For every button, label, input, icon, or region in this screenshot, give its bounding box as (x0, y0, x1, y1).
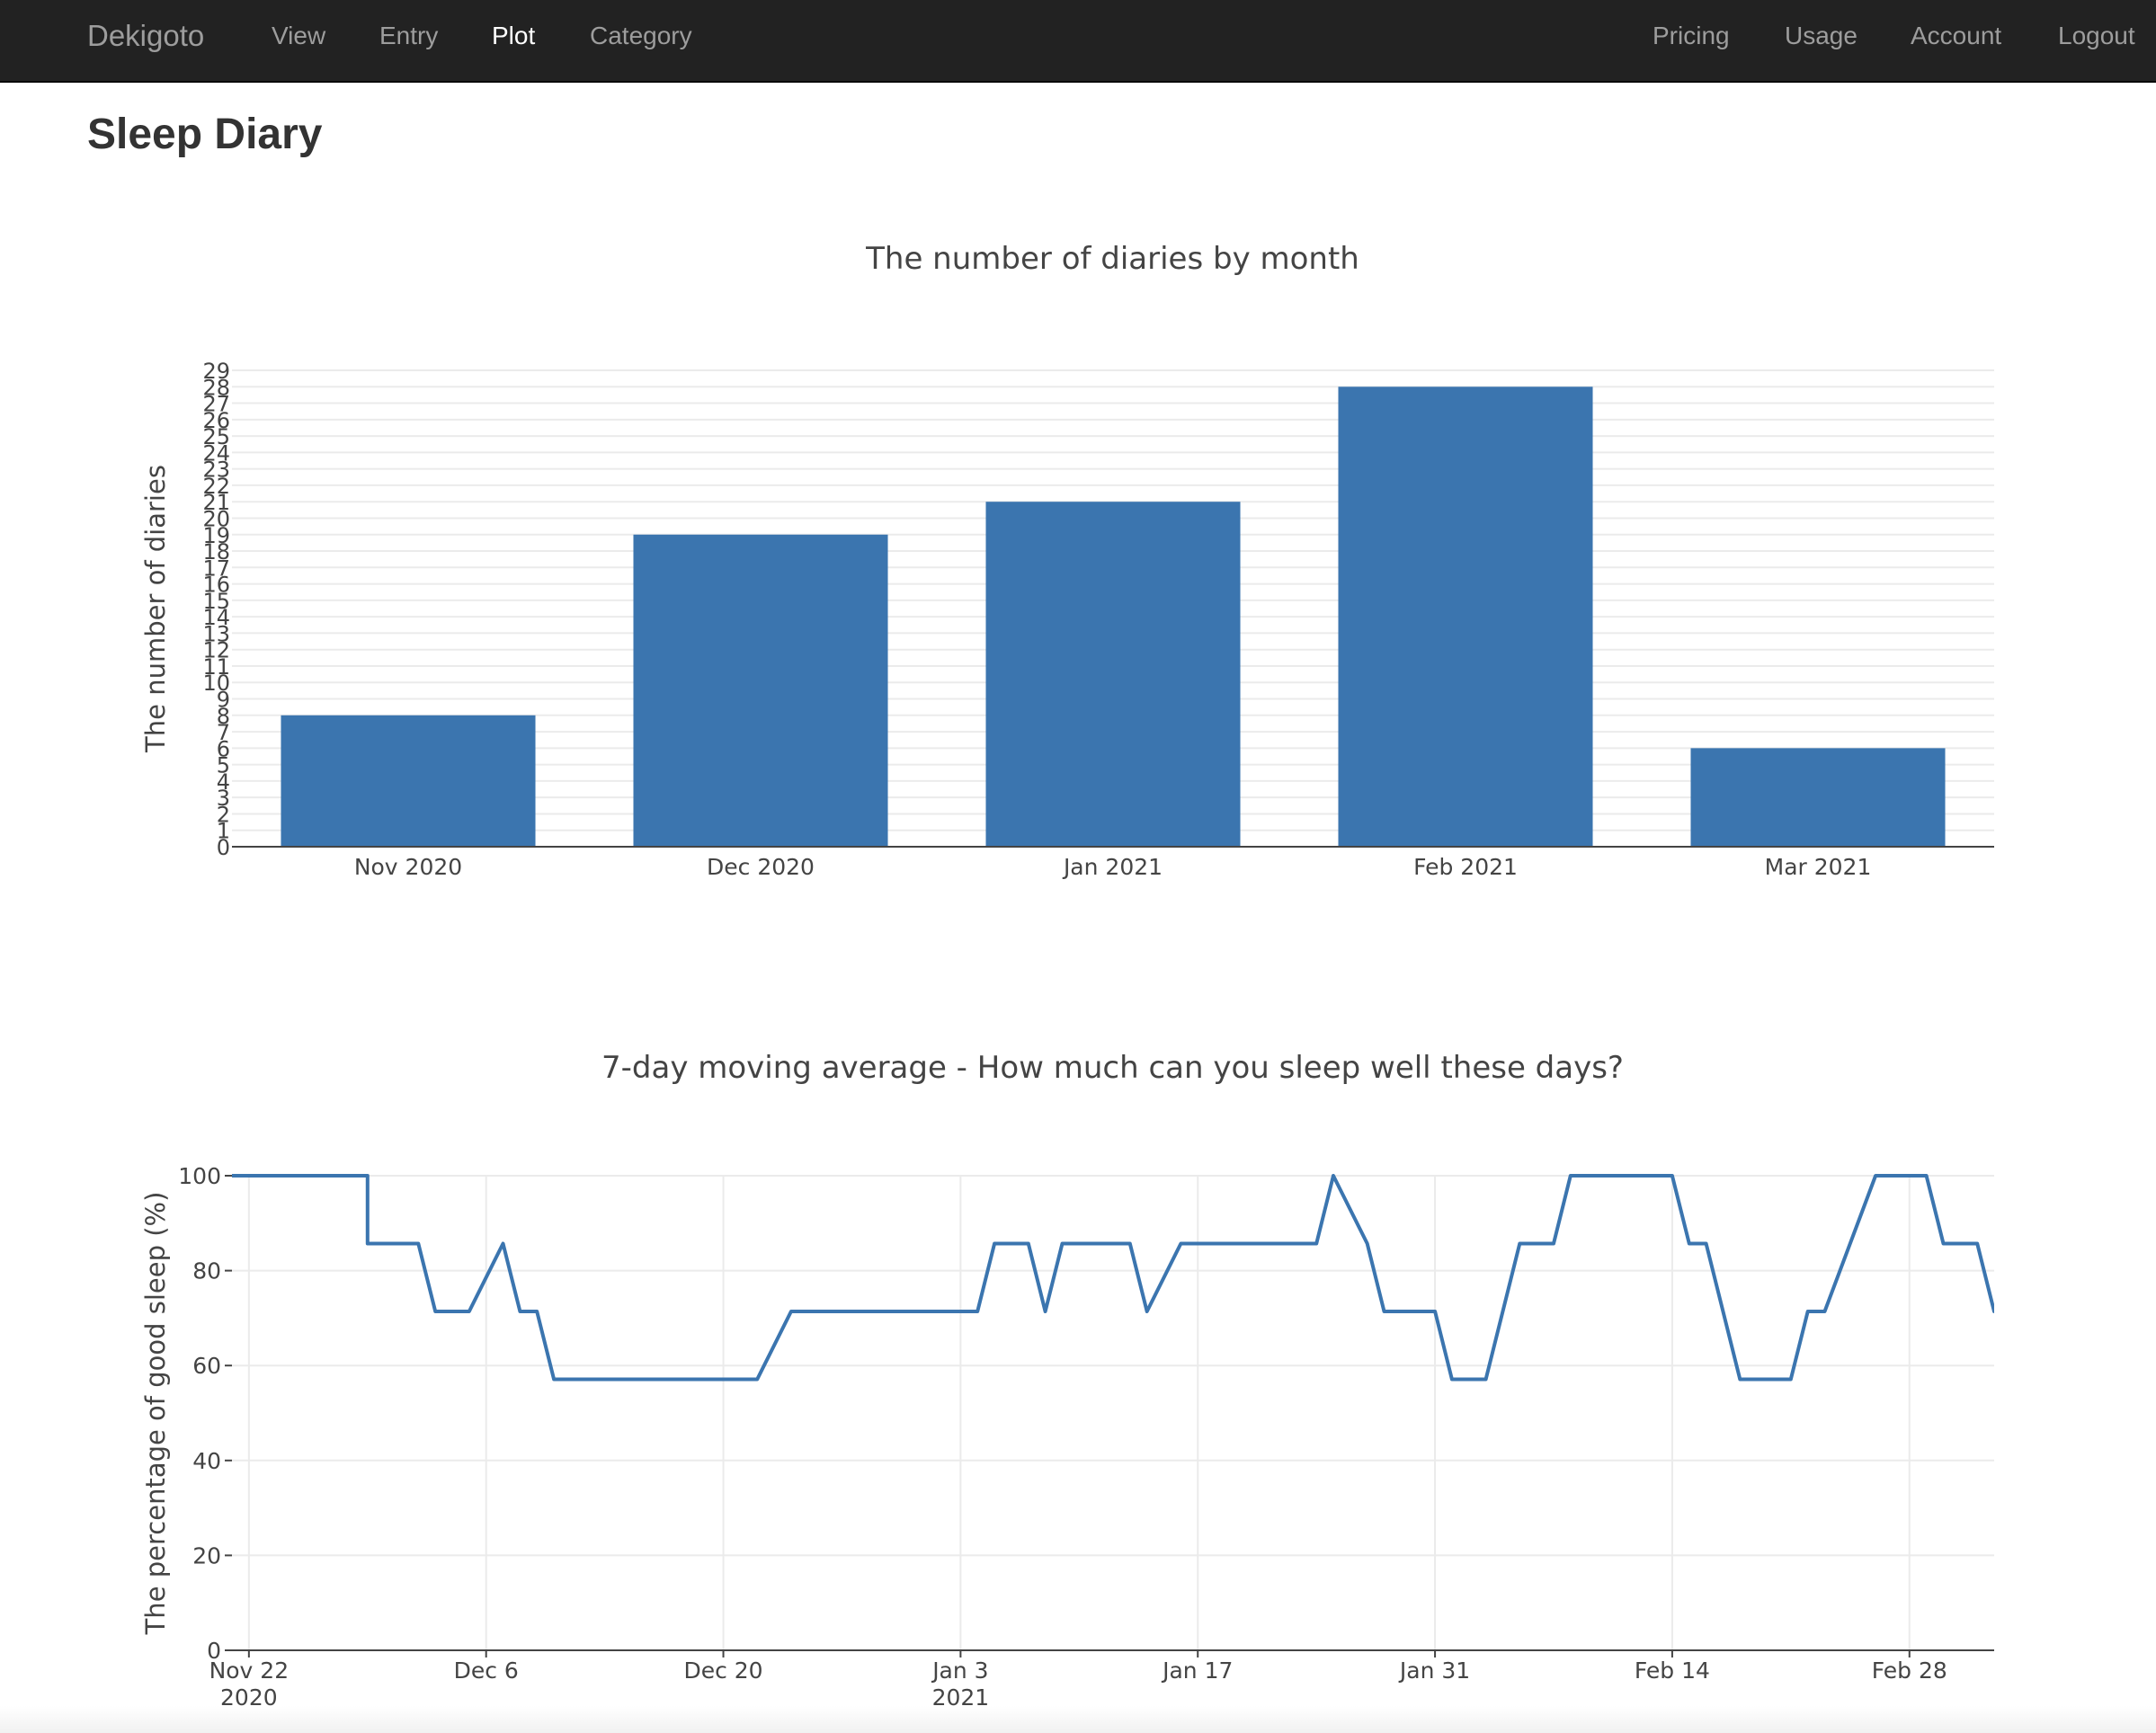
bar-x-tick-label: Dec 2020 (707, 854, 815, 880)
line-x-tick-label: Dec 6 (454, 1657, 519, 1684)
line-x-tick-label: Dec 20 (683, 1657, 762, 1684)
bar-x-tick-label: Nov 2020 (354, 854, 462, 880)
bar-y-tick-label: 29 (202, 359, 230, 384)
line-chart: Nov 222020Dec 6 Dec 20 Jan 32021Jan 17 Jan … (140, 1163, 1994, 1711)
navbar: Dekigoto View Entry Plot Category Pricin… (0, 0, 2156, 83)
nav-item-pricing[interactable]: Pricing (1653, 0, 1730, 81)
nav-item-category[interactable]: Category (590, 0, 692, 81)
line-x-tick-label: Feb 28 (1872, 1657, 1947, 1684)
line-y-tick-label: 100 (178, 1163, 221, 1189)
nav-item-account[interactable]: Account (1911, 0, 2001, 81)
bar-feb-2021 (1338, 387, 1593, 847)
line-x-tick-label: Jan 3 (931, 1657, 988, 1684)
bar-chart: 0123456789101112131415161718192021222324… (140, 359, 1994, 880)
bar-x-tick-label: Jan 2021 (1062, 854, 1163, 880)
line-x-tick-label: Jan 31 (1398, 1657, 1470, 1684)
line-y-tick-label: 20 (192, 1542, 221, 1569)
bar-chart-title: The number of diaries by month (866, 241, 1359, 277)
line-y-axis-title: The percentage of good sleep (%) (140, 1192, 171, 1636)
nav-item-usage[interactable]: Usage (1785, 0, 1858, 81)
nav-item-plot[interactable]: Plot (492, 0, 535, 81)
bar-y-axis-title: The number of diaries (140, 465, 171, 753)
good-sleep-series-line (232, 1174, 1994, 1382)
line-x-tick-label: Feb 14 (1635, 1657, 1710, 1684)
page-title: Sleep Diary (87, 111, 323, 158)
bar-mar-2021 (1690, 748, 1946, 847)
line-chart-title: 7-day moving average - How much can you … (601, 1050, 1624, 1086)
line-y-tick-label: 60 (192, 1353, 221, 1379)
nav-item-logout[interactable]: Logout (2058, 0, 2135, 81)
bottom-scroll-fade (0, 1706, 2156, 1733)
nav-item-view[interactable]: View (272, 0, 325, 81)
bar-dec-2020 (633, 534, 888, 847)
nav-item-entry[interactable]: Entry (379, 0, 438, 81)
line-y-tick-label: 0 (207, 1638, 221, 1664)
bar-jan-2021 (985, 502, 1241, 847)
line-y-tick-label: 40 (192, 1448, 221, 1474)
line-y-tick-label: 80 (192, 1258, 221, 1284)
bar-x-tick-label: Mar 2021 (1765, 854, 1872, 880)
bar-x-tick-label: Feb 2021 (1413, 854, 1518, 880)
bar-nov-2020 (281, 715, 536, 847)
line-x-tick-label: Jan 17 (1161, 1657, 1233, 1684)
brand-link[interactable]: Dekigoto (87, 0, 204, 81)
